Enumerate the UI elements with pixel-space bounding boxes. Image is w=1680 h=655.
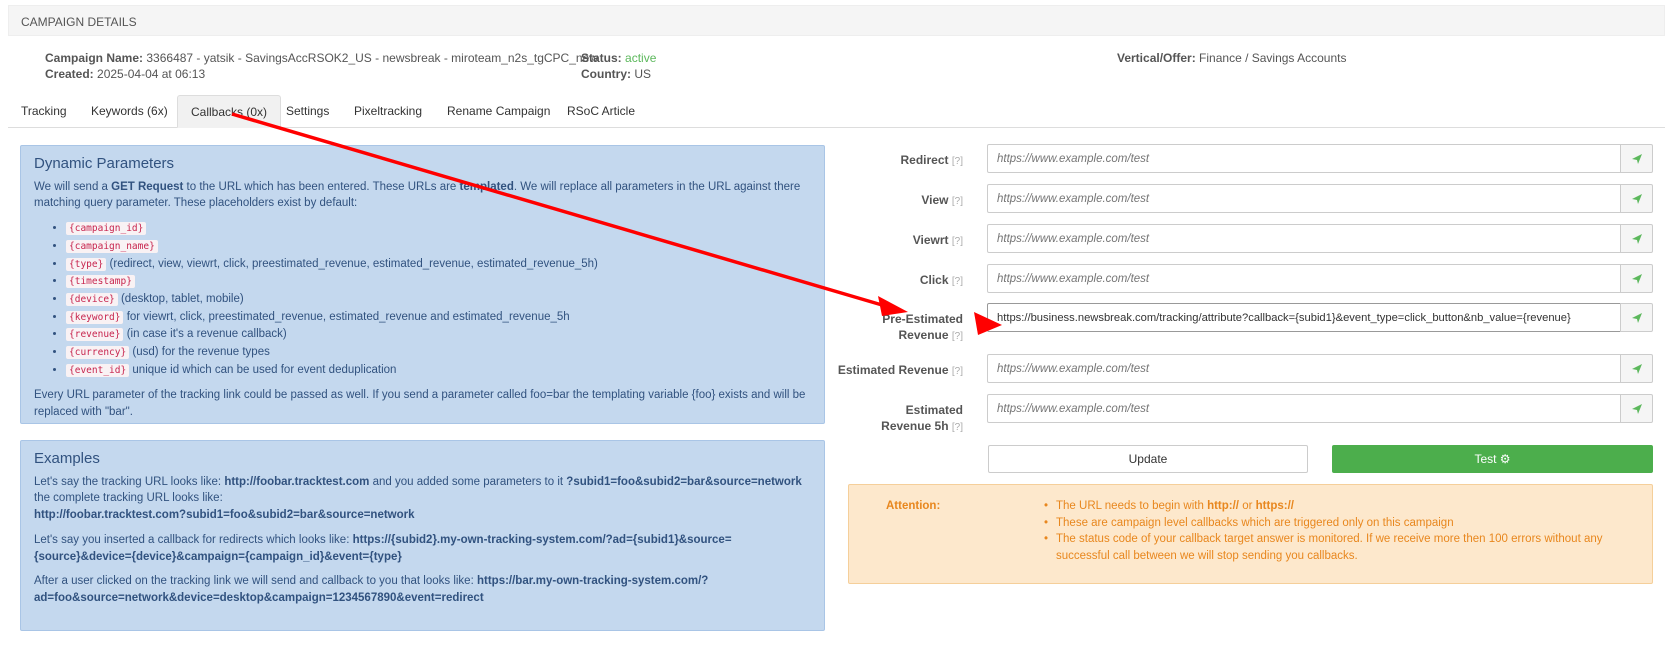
list-item: {keyword} for viewrt, click, preestimate… [66, 309, 811, 327]
list-item: The status code of your callback target … [1044, 531, 1624, 564]
send-icon [1631, 403, 1642, 414]
vertical-label: Vertical/Offer: [1117, 51, 1196, 65]
form-row-click: Click [?] [848, 264, 1653, 294]
dynamic-parameters-panel: Dynamic Parameters We will send a GET Re… [20, 145, 825, 424]
help-icon[interactable]: [?] [952, 422, 963, 433]
country-value: US [634, 67, 652, 81]
created-value: 2025-04-04 at 06:13 [97, 67, 206, 81]
list-item: {device} (desktop, tablet, mobile) [66, 291, 811, 309]
list-item: {campaign_name} [66, 238, 811, 256]
example-2: Let's say you inserted a callback for re… [34, 533, 732, 563]
view-send-button[interactable] [1620, 184, 1653, 213]
send-icon [1631, 233, 1642, 244]
status-value: active [625, 51, 657, 65]
list-item: {type} (redirect, view, viewrt, click, p… [66, 256, 811, 274]
vertical-value: Finance / Savings Accounts [1199, 51, 1347, 65]
list-item: {currency} (usd) for the revenue types [66, 344, 811, 362]
list-item: {timestamp} [66, 273, 811, 291]
list-item: {event_id} unique id which can be used f… [66, 362, 811, 380]
list-item: {campaign_id} [66, 220, 811, 238]
click-send-button[interactable] [1620, 264, 1653, 293]
help-icon[interactable]: [?] [952, 236, 963, 247]
test-button[interactable]: Test ⚙ [1332, 445, 1653, 473]
status-label: Status: [581, 51, 622, 65]
form-row-estimated-revenue: Estimated Revenue [?] [838, 354, 1653, 384]
form-row-view: View [?] [848, 184, 1653, 214]
dynamic-parameters-title: Dynamic Parameters [34, 155, 175, 172]
campaign-name-value: 3366487 - yatsik - SavingsAccRSOK2_US - … [146, 51, 598, 65]
tab-pixeltracking[interactable]: Pixeltracking [341, 95, 435, 128]
form-row-redirect: Redirect [?] [848, 144, 1653, 174]
dynamic-intro: We will send a GET Request to the URL wh… [34, 180, 801, 210]
dynamic-footer: Every URL parameter of the tracking link… [34, 389, 806, 419]
created-label: Created: [45, 67, 94, 81]
list-item: These are campaign level callbacks which… [1044, 515, 1624, 532]
redirect-label: Redirect [900, 153, 949, 167]
help-icon[interactable]: [?] [952, 331, 963, 342]
example-3: After a user clicked on the tracking lin… [34, 575, 709, 604]
campaign-details-header: CAMPAIGN DETAILS [8, 5, 1665, 36]
tab-rsoc-article[interactable]: RSoC Article [554, 95, 648, 128]
attention-list: The URL needs to begin with http:// or h… [1044, 498, 1624, 564]
help-icon[interactable]: [?] [952, 366, 963, 377]
redirect-input[interactable] [987, 144, 1621, 173]
help-icon[interactable]: [?] [952, 196, 963, 207]
campaign-tabs: Tracking Keywords (6x) Callbacks (0x) Se… [8, 95, 1665, 128]
estimated-revenue-5h-label: Estimated Revenue 5h [881, 403, 963, 433]
update-button[interactable]: Update [988, 445, 1308, 473]
attention-label: Attention: [886, 500, 941, 512]
send-icon [1631, 312, 1642, 323]
pre-estimated-revenue-input[interactable] [987, 303, 1621, 332]
placeholder-list: {campaign_id} {campaign_name} {type} (re… [34, 220, 811, 379]
tab-tracking[interactable]: Tracking [8, 95, 80, 128]
send-icon [1631, 273, 1642, 284]
viewrt-input[interactable] [987, 224, 1621, 253]
help-icon[interactable]: [?] [952, 276, 963, 287]
viewrt-label: Viewrt [912, 233, 949, 247]
estimated-revenue-label: Estimated Revenue [837, 363, 949, 377]
click-label: Click [919, 273, 949, 287]
form-row-pre-estimated-revenue: Pre-Estimated Revenue [?] [848, 303, 1653, 342]
estimated-revenue-5h-send-button[interactable] [1620, 394, 1653, 423]
send-icon [1631, 193, 1642, 204]
attention-box: Attention: The URL needs to begin with h… [848, 484, 1653, 584]
campaign-meta-middle: Status: active Country: US [581, 50, 656, 82]
form-row-estimated-revenue-5h: Estimated Revenue 5h [?] [848, 394, 1653, 433]
help-icon[interactable]: [?] [952, 156, 963, 167]
tab-rename-campaign[interactable]: Rename Campaign [434, 95, 563, 128]
tab-callbacks[interactable]: Callbacks (0x) [177, 95, 282, 128]
example-1: Let's say the tracking URL looks like: h… [34, 475, 802, 522]
header-title: CAMPAIGN DETAILS [21, 15, 137, 29]
click-input[interactable] [987, 264, 1621, 293]
viewrt-send-button[interactable] [1620, 224, 1653, 253]
send-icon [1631, 363, 1642, 374]
campaign-name-label: Campaign Name: [45, 51, 144, 65]
country-label: Country: [581, 67, 631, 81]
list-item: The URL needs to begin with http:// or h… [1044, 498, 1624, 515]
campaign-meta-right: Vertical/Offer: Finance / Savings Accoun… [1117, 50, 1346, 66]
examples-title: Examples [34, 450, 100, 467]
view-label: View [921, 193, 949, 207]
redirect-send-button[interactable] [1620, 144, 1653, 173]
estimated-revenue-send-button[interactable] [1620, 354, 1653, 383]
send-icon [1631, 153, 1642, 164]
tab-settings[interactable]: Settings [273, 95, 342, 128]
tab-keywords[interactable]: Keywords (6x) [78, 95, 181, 128]
view-input[interactable] [987, 184, 1621, 213]
estimated-revenue-input[interactable] [987, 354, 1621, 383]
campaign-meta-left: Campaign Name: 3366487 - yatsik - Saving… [45, 50, 598, 82]
gear-icon: ⚙ [1499, 452, 1511, 466]
form-row-viewrt: Viewrt [?] [848, 224, 1653, 254]
estimated-revenue-5h-input[interactable] [987, 394, 1621, 423]
list-item: {revenue} (in case it's a revenue callba… [66, 326, 811, 344]
examples-panel: Examples Let's say the tracking URL look… [20, 440, 825, 631]
pre-estimated-revenue-send-button[interactable] [1620, 303, 1653, 332]
